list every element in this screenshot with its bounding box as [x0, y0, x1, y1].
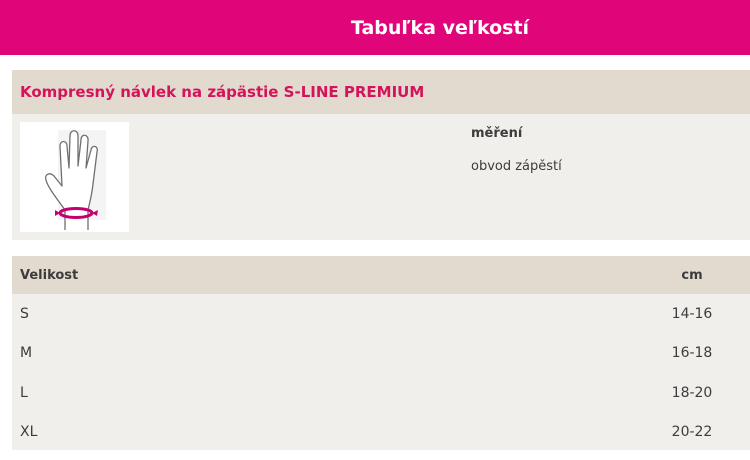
product-title: Kompresný návlek na zápästie S-LINE PREM…: [20, 83, 425, 101]
size-cell: M: [20, 345, 33, 362]
range-cell: 14-16: [671, 305, 713, 322]
size-cell: S: [20, 305, 29, 322]
page-title: Tabuľka veľkostí: [350, 16, 530, 39]
page-header: Tabuľka veľkostí: [0, 0, 750, 55]
product-panel: Kompresný návlek na zápästie S-LINE PREM…: [12, 70, 750, 240]
size-table: Velikost cm S 14-16 M 16-18 L 18-20 XL 2…: [12, 256, 750, 450]
table-row: S 14-16: [12, 294, 750, 334]
table-row: XL 20-22: [12, 413, 750, 453]
size-cell: XL: [20, 424, 38, 441]
size-cell: L: [20, 384, 28, 401]
header-size: Velikost: [20, 267, 79, 283]
header-unit: cm: [681, 267, 703, 283]
hand-wrist-measure-icon: [20, 122, 129, 232]
product-title-bar: Kompresný návlek na zápästie S-LINE PREM…: [12, 70, 750, 114]
table-row: M 16-18: [12, 334, 750, 374]
range-cell: 16-18: [671, 345, 713, 362]
range-cell: 18-20: [671, 384, 713, 401]
table-row: L 18-20: [12, 373, 750, 413]
measure-description: obvod zápěstí: [471, 159, 562, 174]
measure-label: měření: [471, 126, 523, 141]
range-cell: 20-22: [671, 424, 713, 441]
table-header-row: Velikost cm: [12, 256, 750, 294]
